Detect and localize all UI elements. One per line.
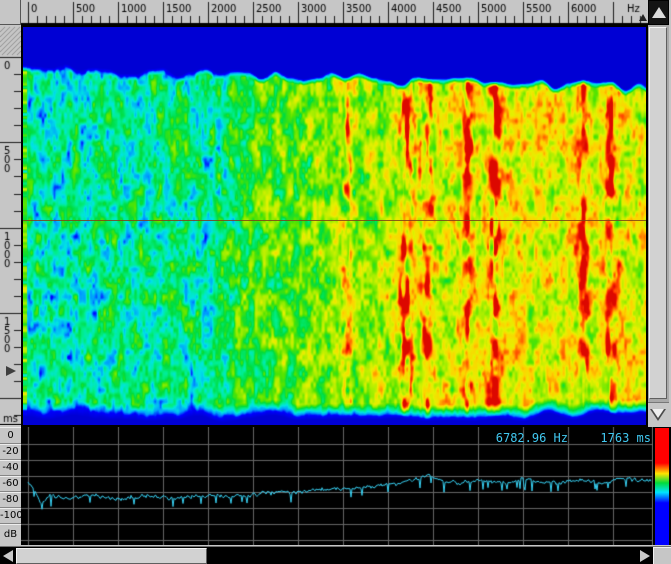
- horizontal-scrollbar-thumb[interactable]: [16, 548, 207, 564]
- vertical-scrollbar-thumb[interactable]: [649, 27, 667, 399]
- cursor-crosshair-line: [23, 220, 646, 221]
- db-unit-label: dB: [0, 524, 21, 545]
- scroll-right-button[interactable]: [637, 548, 653, 564]
- vertical-scrollbar: [648, 0, 669, 427]
- db-axis-label: -60: [0, 476, 21, 492]
- ruler-corner: [0, 0, 21, 25]
- frequency-ruler[interactable]: [21, 0, 648, 25]
- frequency-readout: 6782.96 Hz: [496, 431, 568, 444]
- spectrogram-frame: [21, 25, 648, 427]
- scroll-left-button[interactable]: [0, 548, 16, 564]
- db-axis: 0-20-40-60-80-100dB: [0, 427, 21, 545]
- spectrogram-analyzer-window: 0-20-40-60-80-100dB 6782.96 Hz 1763 ms: [0, 0, 671, 564]
- time-readout: 1763 ms: [600, 431, 651, 444]
- down-arrow-icon-inner: [652, 409, 664, 418]
- up-arrow-icon: [652, 7, 666, 18]
- db-axis-label: -40: [0, 460, 21, 476]
- db-axis-label: 0: [0, 427, 21, 444]
- db-axis-label: -80: [0, 492, 21, 508]
- scroll-up-button[interactable]: [648, 0, 669, 25]
- freq-cursor-marker-icon[interactable]: [639, 14, 647, 21]
- spectrum-panel: 0-20-40-60-80-100dB 6782.96 Hz 1763 ms: [0, 427, 671, 545]
- intensity-colorbar: [655, 428, 669, 545]
- vertical-scrollbar-track[interactable]: [648, 25, 669, 402]
- horizontal-scrollbar: [0, 546, 671, 564]
- scrollbar-corner: [653, 547, 671, 564]
- db-axis-label: -20: [0, 444, 21, 460]
- right-arrow-icon: [640, 550, 650, 562]
- time-ruler[interactable]: [0, 25, 21, 425]
- scroll-down-button[interactable]: [648, 402, 669, 427]
- db-axis-label: -100: [0, 508, 21, 524]
- time-cursor-arrow-icon[interactable]: [6, 366, 16, 376]
- left-arrow-icon: [3, 550, 13, 562]
- spectrogram-canvas[interactable]: [23, 27, 646, 425]
